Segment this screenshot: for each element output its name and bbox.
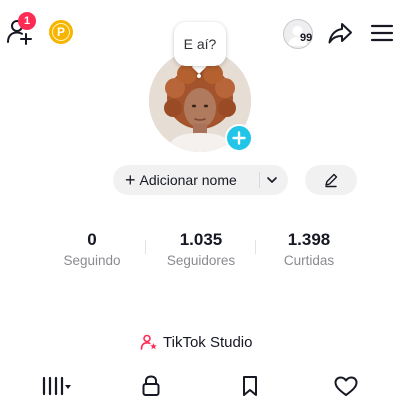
add-name-label: Adicionar nome (139, 172, 237, 188)
stat-likes[interactable]: 1.398 Curtidas (254, 230, 364, 268)
following-label: Seguindo (63, 253, 121, 268)
share-button[interactable] (326, 19, 354, 47)
pill-divider (259, 172, 260, 188)
tab-videos[interactable] (40, 372, 74, 400)
followers-count: 1.035 (179, 230, 223, 249)
hamburger-menu-icon (370, 24, 394, 42)
tiktok-studio-label: TikTok Studio (163, 333, 253, 351)
likes-label: Curtidas (283, 253, 335, 268)
share-arrow-icon (328, 23, 352, 44)
studio-person-star-icon (140, 334, 157, 350)
add-name-button[interactable]: + Adicionar nome (113, 165, 288, 195)
grid-bars-icon (42, 376, 71, 396)
status-bubble-text: E aí? (183, 36, 217, 52)
tab-saved[interactable] (233, 372, 267, 400)
add-story-button[interactable] (225, 124, 253, 152)
coins-button[interactable]: P (49, 20, 73, 44)
stat-followers[interactable]: 1.035 Seguidores (146, 230, 256, 268)
notification-badge: 1 (18, 12, 36, 30)
plus-icon: + (125, 170, 136, 190)
tiktok-studio-link[interactable]: TikTok Studio (140, 333, 252, 351)
followers-label: Seguidores (166, 253, 236, 268)
tab-liked[interactable] (329, 372, 363, 400)
edit-profile-button[interactable] (305, 165, 357, 195)
chevron-down-icon[interactable] (265, 173, 279, 187)
coin-icon: P (52, 23, 70, 41)
bubble-dot (197, 74, 201, 78)
profile-views-count: 99 (300, 32, 313, 44)
menu-button[interactable] (369, 20, 395, 46)
heart-icon (334, 376, 358, 396)
status-bubble[interactable]: E aí? (174, 22, 226, 66)
following-count: 0 (87, 230, 97, 249)
lock-icon (142, 375, 160, 396)
likes-count: 1.398 (287, 230, 331, 249)
pencil-icon (325, 173, 338, 188)
bookmark-icon (243, 376, 257, 396)
tab-private[interactable] (134, 372, 168, 400)
plus-icon (232, 131, 246, 145)
stat-following[interactable]: 0 Seguindo (37, 230, 147, 268)
